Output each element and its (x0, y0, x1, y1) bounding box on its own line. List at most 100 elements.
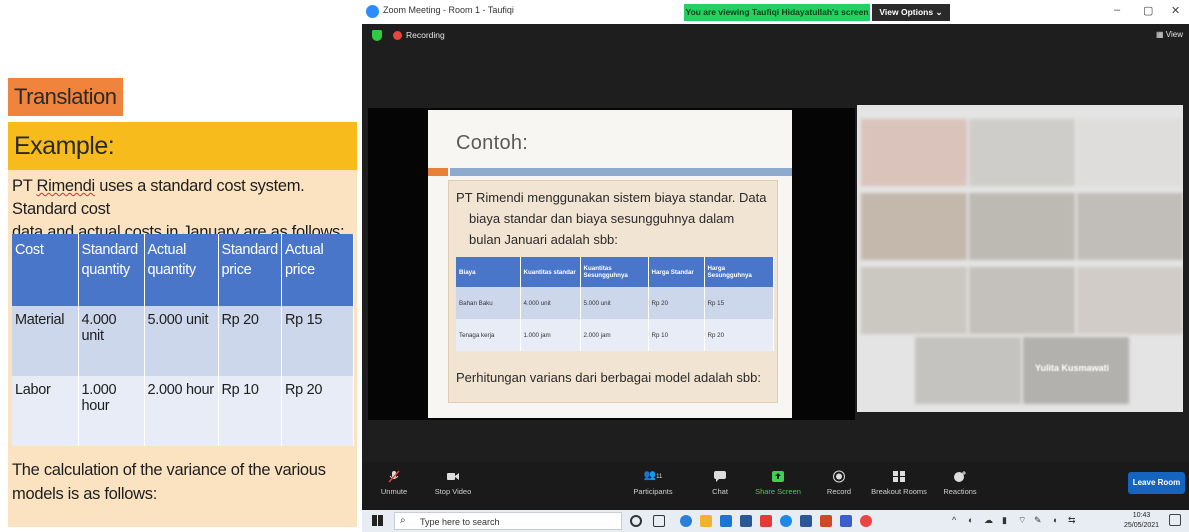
chat-label: Chat (712, 487, 728, 496)
zoom-window: Zoom Meeting - Room 1 - Taufiqi You are … (362, 0, 1189, 510)
breakout-rooms-icon (893, 471, 905, 482)
share-screen-button[interactable]: Share Screen (753, 470, 803, 496)
col-header-standard-price: Standard price (218, 234, 282, 306)
participants-button[interactable]: 👥11 Participants (628, 470, 678, 496)
breakout-rooms-label: Breakout Rooms (871, 487, 927, 496)
tray-app-icon[interactable]: ◐ (968, 515, 973, 525)
stop-video-button[interactable]: Stop Video (428, 470, 478, 496)
search-placeholder: Type here to search (420, 517, 500, 527)
cortana-icon[interactable] (630, 515, 642, 527)
table-cell: 1.000 hour (78, 376, 145, 446)
col-header-cost: Cost (12, 234, 79, 306)
tray-volume-icon[interactable]: ◖ (1052, 515, 1057, 525)
slide-table-cell: 4.000 unit (520, 287, 581, 319)
translation-panel: Translation Example: PT Rimendi uses a s… (0, 0, 362, 532)
gallery-overlay (857, 105, 1183, 412)
viewing-banner: You are viewing Taufiqi Hidayatullah's s… (684, 4, 870, 21)
table-cell: Rp 10 (218, 376, 282, 446)
tray-wifi-icon[interactable]: ⌔ (1018, 515, 1026, 526)
table-row: Labor 1.000 hour 2.000 hour Rp 10 Rp 20 (12, 376, 355, 446)
table-cell: 5.000 unit (144, 306, 219, 376)
tray-chevron-icon[interactable]: ^ (952, 515, 956, 525)
outlook-icon[interactable] (800, 515, 812, 527)
slide-table-cell: Tenaga kerja (456, 319, 521, 351)
slide-accent-bar (428, 168, 448, 176)
office-icon[interactable] (760, 515, 772, 527)
close-button[interactable]: ✕ (1171, 4, 1180, 17)
leave-room-button[interactable]: Leave Room (1128, 472, 1185, 494)
taskbar-search-box[interactable]: ⌕ Type here to search (394, 512, 622, 530)
slide-table-cell: 2.000 jam (580, 319, 649, 351)
record-button[interactable]: Record (821, 470, 857, 496)
slide-col-header: Kuantitas Sesungguhnya (580, 257, 649, 287)
example-footer: The calculation of the variance of the v… (12, 461, 326, 503)
store-icon[interactable] (720, 515, 732, 527)
tray-battery-icon[interactable]: ▮ (1002, 515, 1007, 526)
window-title: Zoom Meeting - Room 1 - Taufiqi (383, 5, 514, 15)
tray-network-icon[interactable]: ⇆ (1068, 515, 1076, 526)
taskbar: ⌕ Type here to search ^ ◐ ☁ ▮ ⌔ ✎ ◖ ⇆ 10… (362, 510, 1189, 532)
tray-cloud-icon[interactable]: ☁ (984, 515, 993, 526)
maximize-button[interactable]: ▢ (1143, 4, 1153, 17)
screen-root: Translation Example: PT Rimendi uses a s… (0, 0, 1189, 532)
tray-pen-icon[interactable]: ✎ (1034, 515, 1042, 526)
shield-icon[interactable] (372, 30, 382, 41)
unmute-button[interactable]: Unmute (376, 470, 412, 496)
participant-gallery[interactable]: Yulita Kusmawati (857, 105, 1183, 412)
slide-intro-line: PT Rimendi menggunakan sistem biaya stan… (456, 190, 767, 205)
slide-table-header: Biaya Kuantitas standar Kuantitas Sesung… (456, 257, 774, 287)
reactions-button[interactable]: Reactions (938, 470, 982, 496)
reactions-label: Reactions (943, 487, 977, 496)
edge-browser-icon[interactable] (680, 515, 692, 527)
record-dot-icon (393, 31, 402, 40)
chrome-icon[interactable] (860, 515, 872, 527)
slide-intro-line: biaya standar dan biaya sesungguhnya dal… (469, 211, 735, 226)
view-options-label: View Options (879, 7, 934, 17)
slide-table-cell: 1.000 jam (520, 319, 581, 351)
task-view-icon[interactable] (653, 515, 665, 527)
slide-table-row: Tenaga kerja 1.000 jam 2.000 jam Rp 10 R… (456, 319, 774, 351)
intro-company: Rimendi (36, 177, 95, 195)
share-screen-label: Share Screen (755, 487, 801, 496)
cost-table-header: Cost Standard quantity Actual quantity S… (12, 234, 355, 306)
slide-intro: PT Rimendi menggunakan sistem biaya stan… (456, 187, 774, 250)
zoom-logo-icon (366, 5, 379, 18)
slide-table-cell: Bahan Baku (456, 287, 521, 319)
minimize-button[interactable]: – (1114, 4, 1120, 16)
windows-start-icon[interactable] (372, 515, 383, 526)
slide-table: Biaya Kuantitas standar Kuantitas Sesung… (456, 257, 774, 351)
view-button-label: View (1165, 30, 1183, 39)
slide-col-header: Kuantitas standar (520, 257, 581, 287)
table-row: Material 4.000 unit 5.000 unit Rp 20 Rp … (12, 306, 355, 376)
participants-icon: 👥11 (643, 470, 663, 481)
translation-label: Translation (8, 78, 123, 116)
file-explorer-icon[interactable] (700, 515, 712, 527)
view-options-button[interactable]: View Options ⌄ (872, 4, 950, 21)
teams-icon[interactable] (840, 515, 852, 527)
zoom-app-icon[interactable] (780, 515, 792, 527)
slide-col-header: Harga Standar (648, 257, 705, 287)
slide-intro-line: bulan Januari adalah sbb: (469, 232, 618, 247)
slide-table-cell: Rp 20 (704, 319, 774, 351)
recording-label: Recording (406, 30, 445, 40)
participants-count: 11 (656, 474, 663, 480)
slide-table-row: Bahan Baku 4.000 unit 5.000 unit Rp 20 R… (456, 287, 774, 319)
chat-button[interactable]: Chat (705, 470, 735, 496)
slide-col-header: Biaya (456, 257, 521, 287)
breakout-rooms-button[interactable]: Breakout Rooms (867, 470, 931, 496)
video-camera-icon (447, 473, 459, 480)
slide-table-cell: Rp 10 (648, 319, 705, 351)
table-cell: 2.000 hour (144, 376, 219, 446)
intro-prefix: PT (12, 177, 37, 195)
slide-accent-bar (450, 168, 792, 176)
presentation-slide: Contoh: PT Rimendi menggunakan sistem bi… (428, 110, 792, 418)
powerpoint-icon[interactable] (820, 515, 832, 527)
table-cell: Rp 20 (218, 306, 282, 376)
slide-table-cell: Rp 15 (704, 287, 774, 319)
notification-center-icon[interactable] (1169, 514, 1181, 526)
view-button[interactable]: ▦ View (1156, 30, 1183, 39)
taskbar-clock[interactable]: 10:43 25/05/2021 (1124, 511, 1159, 531)
slide-table-cell: Rp 20 (648, 287, 705, 319)
slide-table-cell: 5.000 unit (580, 287, 649, 319)
word-icon[interactable] (740, 515, 752, 527)
